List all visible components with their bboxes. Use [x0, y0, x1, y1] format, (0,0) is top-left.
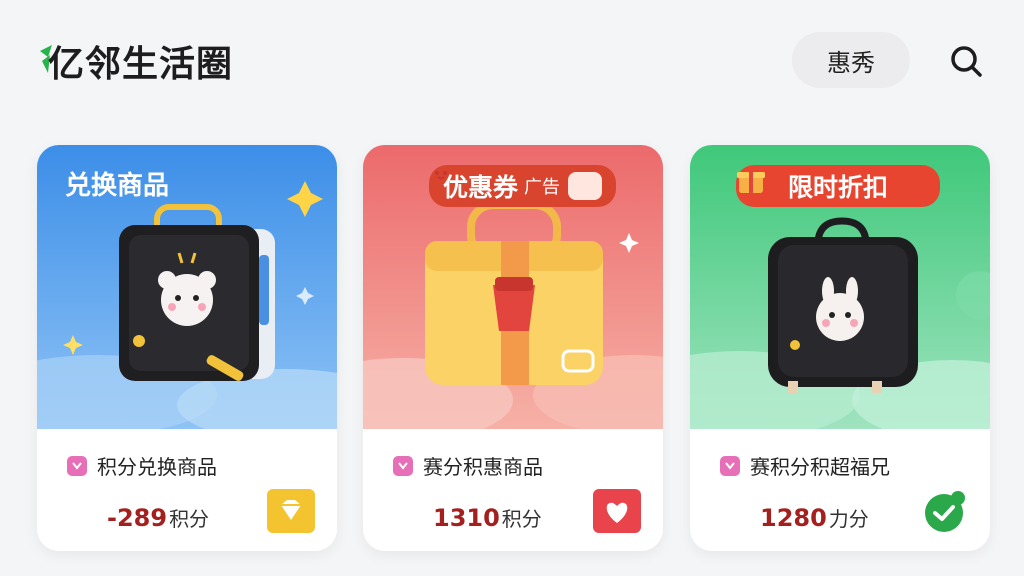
heart-gift-icon — [593, 489, 641, 533]
banner-extra: 广告 — [524, 177, 561, 198]
banner-title: 优惠券 — [443, 173, 519, 202]
search-icon — [951, 46, 982, 77]
banner-title: 限时折扣 — [788, 173, 889, 202]
price-unit: 力分 — [828, 507, 869, 531]
gem-icon — [267, 489, 315, 533]
banner-tag: 优惠券 广告 — [429, 165, 617, 207]
product-name: 积分兑换商品 — [97, 455, 217, 479]
banner-tag: 限时折扣 — [736, 165, 941, 207]
app-logo[interactable]: 亿邻生活圈 — [38, 36, 233, 86]
gift-box-icon — [737, 171, 926, 201]
app-header: 亿邻生活圈 惠秀 — [0, 0, 1024, 120]
price-value: 1280 — [760, 504, 827, 532]
price-value: -289 — [107, 504, 168, 532]
card-banner: 优惠券 广告 — [363, 145, 663, 429]
card-info: 积分兑换商品 -289 积分 — [37, 429, 337, 551]
redeem-button[interactable] — [267, 489, 315, 533]
city-selector[interactable]: 惠秀 — [792, 32, 910, 88]
product-card-exchange[interactable]: 兑换商品 积分兑换商品 -289 积分 — [37, 145, 337, 551]
check-badge-icon — [925, 491, 965, 532]
product-name-row: 赛分积惠商品 — [393, 451, 543, 480]
banner-title: 兑换商品 — [65, 171, 170, 201]
card-banner: 兑换商品 — [37, 145, 337, 429]
redeem-button[interactable] — [593, 489, 641, 533]
price-unit: 积分 — [169, 507, 210, 531]
search-button[interactable] — [944, 40, 988, 84]
product-name: 赛积分积超福兄 — [750, 455, 890, 479]
product-name: 赛分积惠商品 — [423, 455, 543, 479]
product-card-coupon[interactable]: 优惠券 广告 赛分积惠商品 1310 积分 — [363, 145, 663, 551]
bear-face-icon — [435, 171, 603, 200]
coupon-tag-icon — [720, 455, 740, 476]
price-row: 1310 积分 — [433, 503, 542, 532]
logo-text: 亿邻生活圈 — [48, 44, 234, 85]
coupon-tag-icon — [67, 455, 87, 476]
card-banner: 限时折扣 — [690, 145, 990, 429]
price-row: -289 积分 — [107, 503, 209, 532]
product-card-discount[interactable]: 限时折扣 赛积分积超福兄 1280 力分 — [690, 145, 990, 551]
card-info: 赛分积惠商品 1310 积分 — [363, 429, 663, 551]
product-name-row: 赛积分积超福兄 — [720, 451, 890, 480]
price-value: 1310 — [433, 504, 500, 532]
card-info: 赛积分积超福兄 1280 力分 — [690, 429, 990, 551]
price-row: 1280 力分 — [760, 503, 869, 532]
price-unit: 积分 — [501, 507, 542, 531]
redeem-button[interactable] — [920, 489, 968, 533]
coupon-tag-icon — [393, 455, 413, 476]
product-name-row: 积分兑换商品 — [67, 451, 217, 480]
